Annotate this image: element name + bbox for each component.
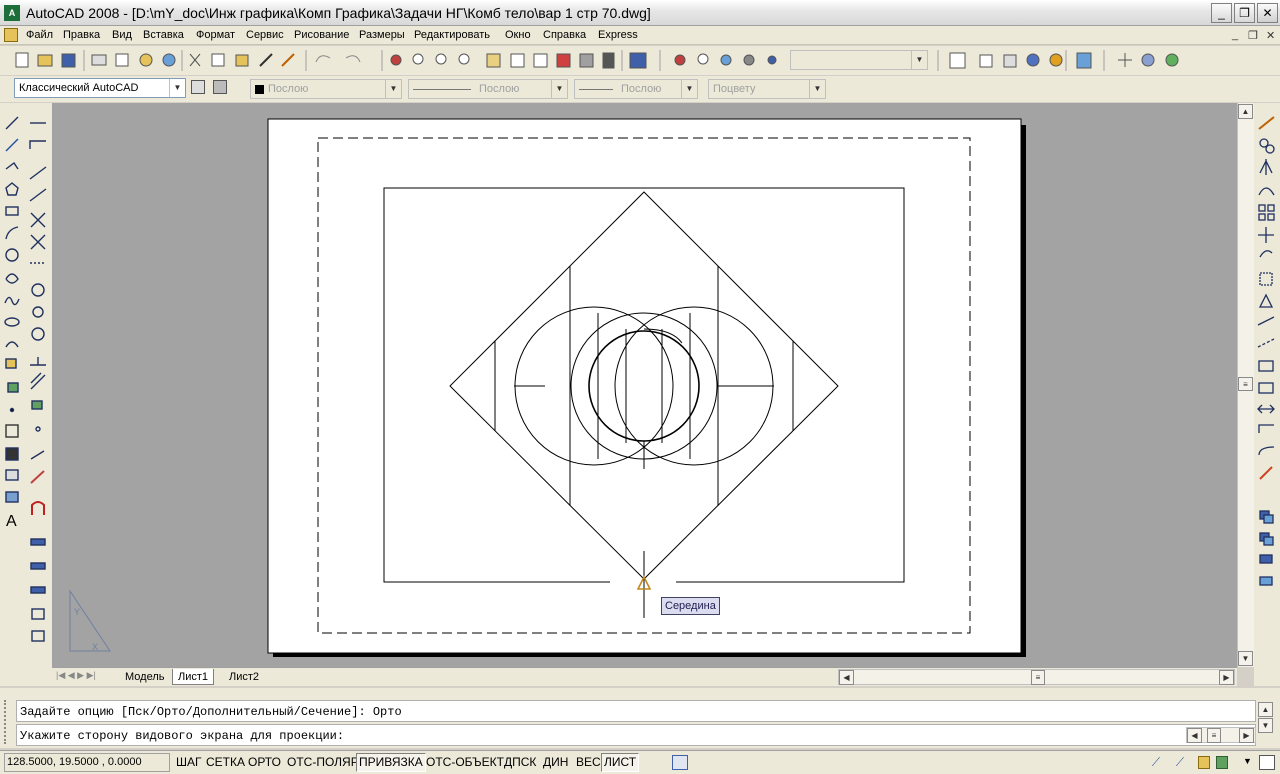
annotation-scale-icon[interactable]: ⟋ — [1148, 755, 1164, 770]
workspace-value: Классический AutoCAD — [19, 82, 139, 94]
drawing-area[interactable]: Y X Середина — [52, 103, 1237, 667]
close-button[interactable]: ✕ — [1257, 3, 1278, 23]
snap-tooltip-label: Середина — [665, 600, 716, 612]
line-tool-icon — [5, 116, 19, 130]
menu-file[interactable]: Файл — [26, 29, 53, 41]
lineweight-select[interactable]: Послою ▼ — [574, 79, 698, 99]
status-menu-chevron-icon[interactable]: ▼ — [1243, 756, 1252, 766]
menu-draw[interactable]: Рисование — [294, 29, 349, 41]
command-prompt-line[interactable]: Укажите сторону видового экрана для прое… — [16, 724, 1256, 746]
menu-insert[interactable]: Вставка — [143, 29, 184, 41]
scroll-left-button[interactable]: ◀ — [839, 670, 854, 685]
plotstyle-select[interactable]: Поцвету ▼ — [708, 79, 826, 99]
viewport-scale-select[interactable]: ▼ — [790, 50, 928, 70]
color-select[interactable]: Послою ▼ — [250, 79, 402, 99]
menu-tools[interactable]: Сервис — [246, 29, 284, 41]
tab-model[interactable]: Модель — [120, 669, 169, 685]
linetype-select[interactable]: Послою ▼ — [408, 79, 568, 99]
chevron-down-icon: ▼ — [385, 80, 401, 98]
drawing-svg[interactable]: Y X — [52, 103, 1237, 667]
color-swatch — [255, 84, 264, 94]
plotstyle-value: Поцвету — [713, 83, 756, 95]
hscroll-thumb[interactable]: ≡ — [1031, 670, 1045, 685]
title-bar: A AutoCAD 2008 - [D:\mY_doc\Инж графика\… — [0, 0, 1280, 26]
annotation-visibility-icon[interactable]: ⟋ — [1172, 755, 1188, 770]
paper-model-toggle-button[interactable]: ЛИСТ — [601, 753, 640, 772]
layout-tab-bar: |◀ ◀ ▶ ▶| Модель Лист1 Лист2 ◀ ≡ ▶ — [52, 667, 1237, 686]
draw-toolbar: A — [0, 103, 52, 686]
command-history-line: Задайте опцию [Пск/Орто/Дополнительный/С… — [16, 700, 1256, 722]
chevron-down-icon: ▼ — [551, 80, 567, 98]
command-hscroll-thumb[interactable]: ≡ — [1207, 728, 1221, 743]
vertical-scrollbar[interactable]: ▲ ≡ ▼ — [1237, 103, 1254, 667]
linetype-preview — [413, 88, 471, 90]
svg-text:Y: Y — [74, 607, 80, 617]
doc-close-button[interactable]: ✕ — [1266, 29, 1275, 42]
window-title: AutoCAD 2008 - [D:\mY_doc\Инж графика\Ко… — [26, 5, 651, 21]
ortho-mode-button[interactable]: ОРТО — [245, 753, 284, 772]
tab-layout1[interactable]: Лист1 — [172, 669, 215, 685]
svg-text:A: A — [6, 513, 17, 530]
grid-mode-button[interactable]: СЕТКА — [203, 753, 248, 772]
snap-mode-button[interactable]: ШАГ — [173, 753, 205, 772]
dynamic-ucs-button[interactable]: ДПСК — [501, 753, 539, 772]
toolbar-lock-icon[interactable] — [1198, 756, 1210, 769]
menu-window[interactable]: Окно — [505, 29, 531, 41]
chevron-down-icon: ▼ — [169, 79, 185, 97]
command-scroll-left-button[interactable]: ◀ — [1187, 728, 1202, 743]
standard-toolbar: ▼ — [0, 46, 1280, 75]
lineweight-value: Послою — [621, 83, 662, 95]
workspace-settings-icon[interactable] — [191, 80, 205, 94]
horizontal-scrollbar[interactable]: ◀ ≡ ▶ — [838, 669, 1235, 685]
menu-dimension[interactable]: Размеры — [359, 29, 405, 41]
object-snap-button[interactable]: ПРИВЯЗКА — [356, 753, 426, 772]
status-bar: 128.5000, 19.5000 , 0.0000 ШАГ СЕТКА ОРТ… — [0, 750, 1280, 774]
autocad-logo-icon[interactable]: A — [4, 5, 20, 21]
dynamic-input-button[interactable]: ДИН — [540, 753, 571, 772]
customize-icon[interactable] — [213, 80, 227, 94]
scroll-right-button[interactable]: ▶ — [1219, 670, 1234, 685]
command-scroll-down-button[interactable]: ▼ — [1258, 718, 1273, 733]
minimize-button[interactable]: _ — [1211, 3, 1232, 23]
properties-toolbar: Классический AutoCAD ▼ Послою ▼ Послою ▼… — [0, 76, 1280, 102]
communication-center-icon[interactable] — [1216, 756, 1228, 769]
tab-first-button[interactable]: |◀ ◀ ▶ ▶| — [56, 670, 96, 681]
scroll-up-button[interactable]: ▲ — [1238, 104, 1253, 119]
command-scroll-right-button[interactable]: ▶ — [1239, 728, 1254, 743]
svg-text:X: X — [92, 642, 98, 652]
menu-edit[interactable]: Правка — [63, 29, 100, 41]
document-icon[interactable] — [4, 28, 18, 42]
menu-format[interactable]: Формат — [196, 29, 235, 41]
lineweight-preview — [579, 88, 613, 90]
command-window: Задайте опцию [Пск/Орто/Дополнительный/С… — [0, 688, 1280, 748]
clean-screen-icon[interactable] — [1259, 755, 1275, 770]
menu-express[interactable]: Express — [598, 29, 638, 41]
color-value: Послою — [268, 83, 309, 95]
menu-help[interactable]: Справка — [543, 29, 586, 41]
menu-bar: Файл Правка Вид Вставка Формат Сервис Ри… — [0, 26, 1280, 45]
doc-restore-button[interactable]: ❐ — [1248, 29, 1258, 42]
maximize-button[interactable]: ❐ — [1234, 3, 1255, 23]
menu-view[interactable]: Вид — [112, 29, 132, 41]
chevron-down-icon: ▼ — [681, 80, 697, 98]
modify-toolbar — [1254, 103, 1280, 686]
command-grip[interactable] — [4, 700, 10, 744]
coordinates-display[interactable]: 128.5000, 19.5000 , 0.0000 — [4, 753, 170, 772]
scroll-down-button[interactable]: ▼ — [1238, 651, 1253, 666]
doc-minimize-button[interactable]: _ — [1232, 29, 1238, 41]
chevron-down-icon: ▼ — [809, 80, 825, 98]
command-scroll-up-button[interactable]: ▲ — [1258, 702, 1273, 717]
menu-modify[interactable]: Редактировать — [414, 29, 490, 41]
linetype-value: Послою — [479, 83, 520, 95]
tab-layout2[interactable]: Лист2 — [224, 669, 264, 685]
snap-tooltip: Середина — [661, 597, 720, 615]
viewport-maximize-icon[interactable] — [672, 755, 688, 770]
object-tracking-button[interactable]: ОТС-ОБЪЕКТ — [423, 753, 507, 772]
workspace-select[interactable]: Классический AutoCAD ▼ — [14, 78, 186, 98]
scroll-thumb[interactable]: ≡ — [1238, 377, 1253, 391]
polar-tracking-button[interactable]: ОТС-ПОЛЯР — [284, 753, 362, 772]
command-hscroll[interactable]: ◀ ≡ ▶ — [1186, 727, 1256, 743]
lineweight-button[interactable]: ВЕС — [573, 753, 604, 772]
ucs-icon: Y X — [69, 589, 111, 652]
